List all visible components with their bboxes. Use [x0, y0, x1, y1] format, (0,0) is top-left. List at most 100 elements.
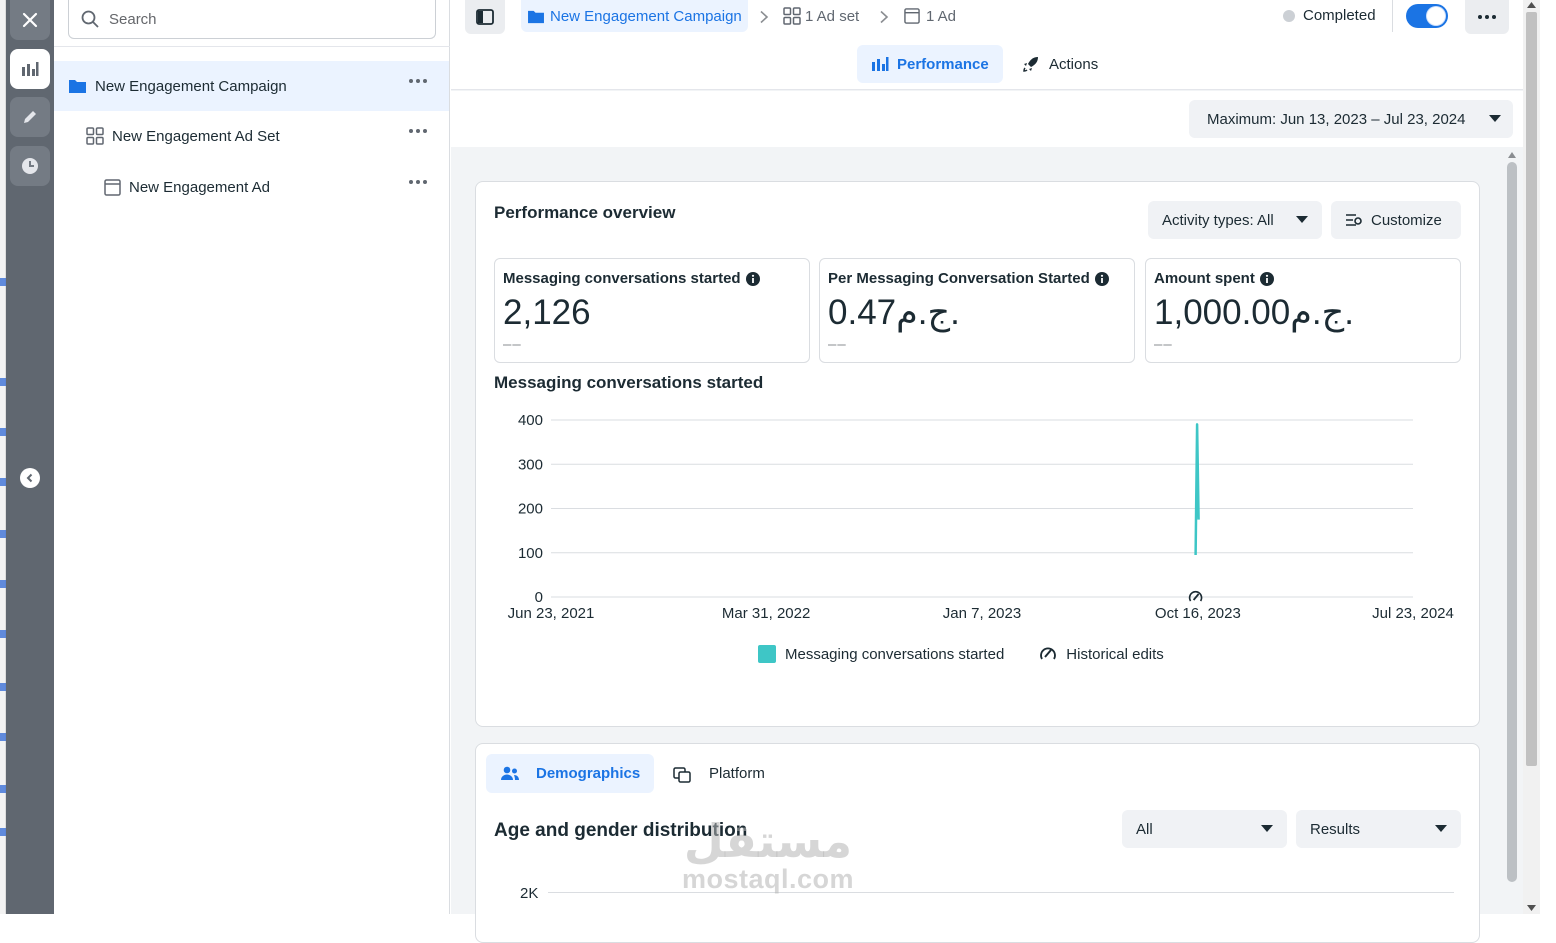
audience-filter-dropdown[interactable]: All	[1122, 810, 1287, 848]
more-options-button[interactable]	[1465, 0, 1509, 34]
legend-swatch	[758, 645, 776, 663]
info-icon[interactable]	[1094, 271, 1109, 286]
watermark-arabic: مستقل	[683, 814, 853, 868]
pencil-icon	[24, 111, 36, 123]
settings-sliders-icon	[1346, 214, 1362, 226]
scrollbar-thumb[interactable]	[1507, 162, 1517, 882]
campaign-tree-panel: New Engagement Campaign New Engagement A…	[54, 0, 450, 914]
dropdown-label: Results	[1310, 820, 1361, 838]
metric-card[interactable]: Messaging conversations started 2,126 ––	[494, 258, 810, 363]
chevron-left-icon	[26, 473, 33, 483]
status-label: Completed	[1303, 7, 1376, 24]
demographics-card: Demographics Platform Age and gender dis…	[475, 743, 1480, 943]
caret-down-icon	[1261, 825, 1273, 832]
grid-icon	[86, 127, 104, 145]
watermark-logo: مستقل mostaql.com	[682, 818, 854, 894]
tree-item-label: New Engagement Ad Set	[112, 127, 280, 145]
more-options-icon[interactable]	[409, 129, 427, 133]
tab-platform[interactable]: Platform	[673, 754, 765, 793]
main-panel: New Engagement Campaign 1 Ad set 1 Ad Co…	[451, 0, 1523, 943]
tab-performance[interactable]: Performance	[857, 45, 1003, 83]
x-tick-label: Mar 31, 2022	[722, 605, 810, 622]
more-options-icon[interactable]	[409, 180, 427, 184]
tree-item-label: New Engagement Campaign	[95, 77, 287, 95]
tree-item-campaign[interactable]: New Engagement Campaign	[54, 61, 449, 111]
tree-item-adset[interactable]: New Engagement Ad Set	[54, 111, 449, 161]
breadcrumb-ad[interactable]: 1 Ad	[904, 0, 956, 32]
clock-icon	[22, 158, 38, 174]
bar-chart-icon	[22, 62, 39, 76]
card-title: Performance overview	[494, 203, 676, 222]
header-bar: New Engagement Campaign 1 Ad set 1 Ad Co…	[451, 0, 1523, 90]
metric-label: Messaging conversations started	[503, 270, 760, 287]
legend-edits-label: Historical edits	[1066, 645, 1164, 663]
x-tick-label: Oct 16, 2023	[1155, 605, 1241, 622]
tab-label: Actions	[1049, 55, 1099, 73]
search-input[interactable]	[109, 10, 409, 28]
rail-edit-button[interactable]	[10, 97, 50, 137]
close-button[interactable]	[10, 0, 50, 40]
performance-overview-card: Performance overview Activity types: All…	[475, 181, 1480, 727]
y-tick-label: 200	[518, 501, 543, 518]
dropdown-label: Activity types: All	[1162, 211, 1274, 229]
breadcrumb-adset[interactable]: 1 Ad set	[783, 0, 859, 32]
metric-label: Amount spent	[1154, 270, 1274, 287]
info-icon[interactable]	[1259, 271, 1274, 286]
platform-icon	[673, 766, 691, 783]
y-tick-label: 0	[535, 589, 543, 606]
y-tick-label: 400	[518, 412, 543, 429]
tab-demographics[interactable]: Demographics	[486, 754, 655, 793]
divider	[1392, 0, 1393, 32]
chart-legend: Messaging conversations started Historic…	[758, 644, 1164, 664]
metric-value: 0.47ج.م.	[828, 293, 960, 332]
breadcrumb-campaign[interactable]: New Engagement Campaign	[521, 0, 748, 32]
collapse-panel-button[interactable]	[20, 468, 40, 488]
bar-chart-icon	[872, 57, 889, 71]
breadcrumb-campaign-label: New Engagement Campaign	[550, 7, 742, 25]
customize-button[interactable]: Customize	[1331, 201, 1461, 239]
metric-filter-dropdown[interactable]: Results	[1296, 810, 1461, 848]
content-scrollbar[interactable]	[1504, 150, 1520, 885]
chevron-right-icon	[880, 10, 889, 24]
metric-delta: ––	[1154, 336, 1173, 353]
close-icon	[22, 12, 38, 28]
status-dot-icon	[1283, 10, 1295, 22]
chart-title: Messaging conversations started	[494, 373, 764, 392]
tab-label: Performance	[897, 55, 989, 73]
line-chart: 0 100 200 300 400 Jun 23, 2021 Mar 31, 2022 Jan…	[508, 412, 1454, 622]
rail-history-button[interactable]	[10, 146, 50, 186]
search-box[interactable]	[68, 0, 436, 39]
window-edge	[1540, 0, 1556, 914]
date-range-label: Maximum: Jun 13, 2023 – Jul 23, 2024	[1207, 110, 1466, 128]
folder-icon	[69, 80, 86, 93]
rail-performance-button[interactable]	[10, 49, 50, 89]
metric-label: Per Messaging Conversation Started	[828, 270, 1109, 287]
y-tick-label: 100	[518, 545, 543, 562]
axis-tick-label: 2K	[520, 885, 539, 902]
date-range-picker[interactable]: Maximum: Jun 13, 2023 – Jul 23, 2024	[1189, 100, 1513, 138]
sidebar-icon	[476, 9, 494, 25]
ad-icon	[104, 178, 121, 196]
series-line	[1194, 423, 1200, 556]
campaign-toggle[interactable]	[1406, 4, 1448, 28]
arrow-down-icon	[1527, 905, 1536, 911]
sidebar-toggle-button[interactable]	[465, 0, 505, 34]
breadcrumb-adset-label: 1 Ad set	[805, 7, 860, 25]
metric-card[interactable]: Amount spent 1,000.00ج.م. ––	[1145, 258, 1461, 363]
activity-types-dropdown[interactable]: Activity types: All	[1148, 201, 1322, 239]
tab-actions[interactable]: Actions	[1007, 45, 1112, 83]
grid-icon	[783, 7, 801, 25]
x-tick-label: Jan 7, 2023	[943, 605, 1021, 622]
window-scrollbar[interactable]	[1523, 0, 1540, 914]
metric-delta: ––	[828, 336, 847, 353]
metric-value: 2,126	[503, 293, 591, 332]
tree-item-ad[interactable]: New Engagement Ad	[54, 162, 449, 212]
metric-card[interactable]: Per Messaging Conversation Started 0.47ج…	[819, 258, 1135, 363]
info-icon[interactable]	[745, 271, 760, 286]
people-icon	[501, 766, 519, 780]
scrollbar-thumb[interactable]	[1526, 12, 1537, 766]
tab-label: Demographics	[536, 765, 641, 782]
caret-down-icon	[1296, 216, 1308, 223]
tool-rail	[6, 0, 54, 914]
more-options-icon[interactable]	[409, 79, 427, 83]
